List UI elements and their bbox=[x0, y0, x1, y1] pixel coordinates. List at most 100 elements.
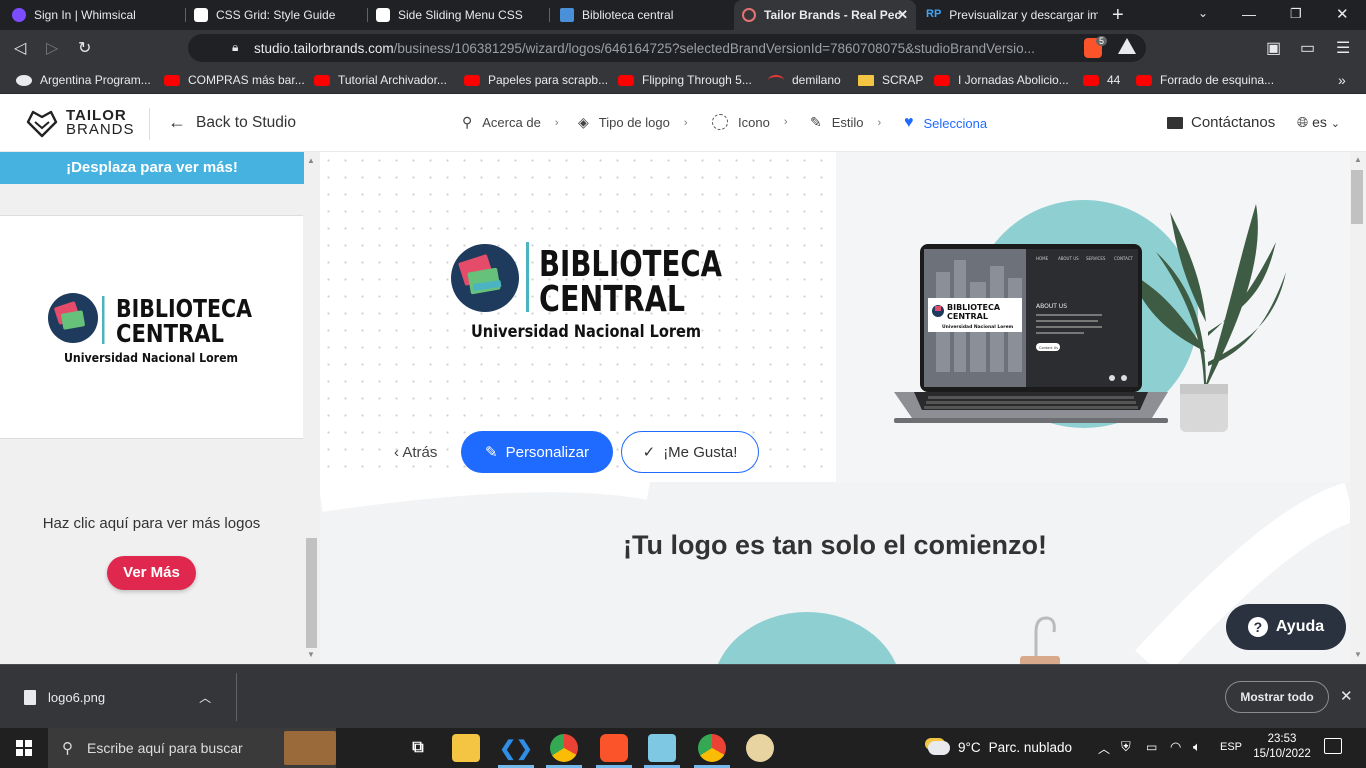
scroll-up-icon[interactable]: ▲ bbox=[307, 156, 315, 165]
taskbar-clock[interactable]: 23:53 15/10/2022 bbox=[1252, 732, 1312, 762]
windows-start-icon[interactable] bbox=[16, 740, 32, 756]
browser-tab-strip: Sign In | Whimsical CSS Grid: Style Guid… bbox=[0, 0, 1366, 30]
main-scrollbar-thumb[interactable] bbox=[1351, 170, 1363, 224]
tailor-brands-icon bbox=[26, 110, 58, 138]
reload-icon[interactable]: ↻ bbox=[78, 38, 91, 58]
paint-icon[interactable] bbox=[746, 734, 774, 762]
bookmark-scrap[interactable]: SCRAP bbox=[858, 66, 923, 94]
taskbar-search[interactable]: ⚲ Escribe aquí para buscar bbox=[48, 728, 336, 768]
logo-canvas: BIBLIOTECA CENTRAL Universidad Nacional … bbox=[320, 152, 836, 482]
close-window-icon[interactable]: ✕ bbox=[1336, 5, 1349, 23]
restore-icon[interactable]: ❐ bbox=[1290, 6, 1302, 22]
tab-css-grid[interactable]: CSS Grid: Style Guide bbox=[186, 0, 366, 30]
download-bar: logo6.png ︿ Mostrar todo ✕ bbox=[0, 664, 1366, 728]
personalizar-button[interactable]: ✎ Personalizar bbox=[461, 431, 613, 473]
battery-icon[interactable]: ▭ bbox=[1146, 740, 1157, 754]
back-to-studio-link[interactable]: ← Back to Studio bbox=[168, 112, 296, 133]
bookmark-forrado[interactable]: Forrado de esquina... bbox=[1136, 66, 1274, 94]
logo-line2-small: CENTRAL bbox=[116, 319, 224, 348]
tab-biblioteca[interactable]: Biblioteca central bbox=[552, 0, 732, 30]
mockup-nav-contact: CONTACT bbox=[1114, 256, 1134, 261]
chrome-icon[interactable] bbox=[698, 734, 726, 762]
ver-mas-button[interactable]: Ver Más bbox=[107, 556, 196, 590]
chevron-right-icon: › bbox=[783, 116, 788, 128]
bookmark-argentina[interactable]: Argentina Program... bbox=[16, 66, 151, 94]
show-all-downloads-button[interactable]: Mostrar todo bbox=[1225, 681, 1329, 713]
back-nav-icon[interactable]: ◁ bbox=[14, 38, 26, 58]
close-download-bar-icon[interactable]: ✕ bbox=[1340, 687, 1353, 705]
bookmark-jornadas[interactable]: I Jornadas Abolicio... bbox=[934, 66, 1069, 94]
security-icon[interactable]: ⛨ bbox=[1121, 739, 1131, 755]
brave-rewards-icon[interactable] bbox=[1118, 38, 1136, 54]
bookmarks-bar: Argentina Program... COMPRAS más bar... … bbox=[0, 66, 1366, 94]
tailor-brands-logo[interactable]: TAILOR BRANDS bbox=[26, 108, 135, 138]
atras-button[interactable]: ‹ Atrás bbox=[394, 444, 437, 461]
scroll-down-icon[interactable]: ▼ bbox=[1354, 650, 1362, 659]
wallet-icon[interactable]: ▭ bbox=[1300, 38, 1315, 58]
logo-thumbnail[interactable]: BIBLIOTECA CENTRAL Universidad Nacional … bbox=[0, 215, 303, 439]
main-scrollbar[interactable]: ▲ ▼ bbox=[1350, 152, 1366, 664]
chrome-icon[interactable] bbox=[550, 734, 578, 762]
tab-whimsical[interactable]: Sign In | Whimsical bbox=[4, 0, 184, 30]
sidebar-toggle-icon[interactable]: ▣ bbox=[1266, 38, 1281, 58]
step-tipo-de-logo[interactable]: ◈ Tipo de logo › bbox=[578, 114, 688, 131]
youtube-icon bbox=[464, 74, 480, 86]
chevron-right-icon: › bbox=[554, 116, 559, 129]
codepen-icon bbox=[376, 8, 390, 22]
language-selector[interactable]: 🌐︎ es ⌄ bbox=[1297, 114, 1340, 131]
notifications-icon[interactable] bbox=[1324, 738, 1342, 754]
chevron-up-icon[interactable]: ︿ bbox=[199, 689, 211, 706]
tab-side-menu[interactable]: Side Sliding Menu CSS bbox=[368, 0, 548, 30]
address-bar[interactable]: 🔒︎ studio.tailorbrands.com /business/106… bbox=[188, 34, 1146, 62]
forward-nav-icon[interactable]: ▷ bbox=[46, 38, 58, 58]
image-icon bbox=[560, 8, 574, 22]
volume-icon[interactable]: 🔈︎ bbox=[1193, 739, 1201, 755]
close-tab-icon[interactable]: ✕ bbox=[897, 7, 908, 23]
windows-taskbar: ⚲ Escribe aquí para buscar ⧉ ❮❯ 9°C Parc… bbox=[0, 728, 1366, 768]
step-selecciona[interactable]: ♥ Selecciona bbox=[904, 114, 987, 132]
person-icon: ⚲ bbox=[462, 114, 473, 130]
bookmark-compras[interactable]: COMPRAS más bar... bbox=[164, 66, 305, 94]
bookmark-demilano[interactable]: demilano bbox=[768, 66, 841, 94]
mockup-logo-subtitle: Universidad Nacional Lorem bbox=[942, 324, 1014, 330]
scroll-up-icon[interactable]: ▲ bbox=[1354, 155, 1362, 164]
scroll-down-icon[interactable]: ▼ bbox=[307, 650, 315, 659]
task-view-icon[interactable]: ⧉ bbox=[404, 734, 432, 762]
mockup-logo-line2: CENTRAL bbox=[947, 312, 988, 321]
tab-previsualizar[interactable]: RP Previsualizar y descargar im bbox=[918, 0, 1098, 30]
menu-icon[interactable]: ☰ bbox=[1336, 38, 1350, 58]
bookmark-tutorial[interactable]: Tutorial Archivador... bbox=[314, 66, 447, 94]
input-language[interactable]: ESP bbox=[1220, 741, 1242, 753]
tab-search-icon[interactable]: ⌄ bbox=[1198, 6, 1208, 20]
bookmark-icon bbox=[16, 74, 32, 86]
sidebar-scrollbar-thumb[interactable] bbox=[306, 538, 317, 648]
brush-icon: ✎ bbox=[810, 114, 822, 130]
contact-link[interactable]: Contáctanos bbox=[1167, 114, 1275, 131]
logo-sidebar: ¡Desplaza para ver más! BIBLIOTECA CENTR… bbox=[0, 152, 320, 664]
laptop-mockup-illustration: BIBLIOTECA CENTRAL Universidad Nacional … bbox=[894, 200, 1286, 432]
step-estilo[interactable]: ✎ Estilo › bbox=[810, 114, 881, 131]
logo-preview-small: BIBLIOTECA CENTRAL Universidad Nacional … bbox=[48, 293, 253, 365]
mockup-button: Contact Us bbox=[1039, 346, 1058, 350]
bookmark-flipping[interactable]: Flipping Through 5... bbox=[618, 66, 752, 94]
download-item[interactable]: logo6.png ︿ bbox=[24, 689, 211, 706]
step-acerca-de[interactable]: ⚲ Acerca de › bbox=[462, 114, 558, 131]
mockup-logo-line1: BIBLIOTECA bbox=[947, 303, 1001, 312]
notepad-icon[interactable] bbox=[648, 734, 676, 762]
file-explorer-icon[interactable] bbox=[452, 734, 480, 762]
minimize-icon[interactable]: — bbox=[1242, 6, 1256, 22]
me-gusta-button[interactable]: ✓ ¡Me Gusta! bbox=[621, 431, 759, 473]
new-tab-button[interactable]: + bbox=[1112, 4, 1124, 27]
tray-chevron-icon[interactable]: ︿ bbox=[1098, 740, 1110, 757]
bookmark-papeles[interactable]: Papeles para scrapb... bbox=[464, 66, 608, 94]
vscode-icon[interactable]: ❮❯ bbox=[499, 734, 533, 762]
weather-widget[interactable]: 9°C Parc. nublado bbox=[928, 740, 1072, 755]
brave-icon[interactable] bbox=[600, 734, 628, 762]
step-icono[interactable]: Icono › bbox=[712, 114, 787, 130]
bookmark-44[interactable]: 44 bbox=[1083, 66, 1120, 94]
question-icon: ? bbox=[1247, 617, 1268, 637]
tab-tailor-brands[interactable]: Tailor Brands - Real Pec ✕ bbox=[734, 0, 916, 30]
ayuda-button[interactable]: ? Ayuda bbox=[1226, 604, 1346, 650]
more-bookmarks-button[interactable]: » bbox=[1338, 66, 1346, 94]
wifi-icon[interactable]: ◠ bbox=[1170, 739, 1181, 755]
